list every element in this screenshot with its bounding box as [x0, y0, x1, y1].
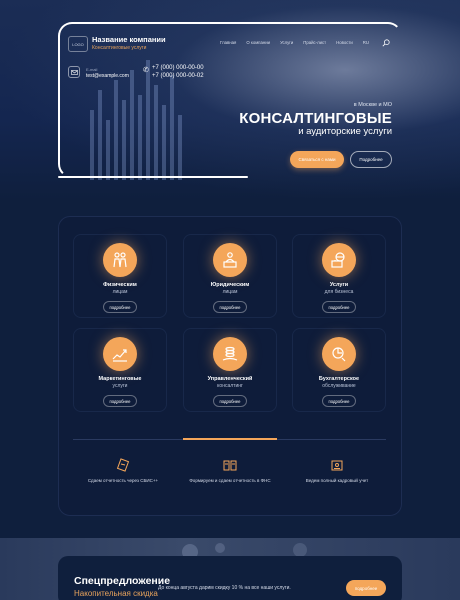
nav-item-home[interactable]: Главная: [220, 40, 236, 45]
mail-icon: [68, 66, 80, 78]
service-subtitle: консалтинг: [217, 383, 243, 389]
phone-icon: ✆: [143, 67, 149, 74]
service-card[interactable]: Управленческий консалтинг подробнее: [183, 328, 277, 412]
offer-subtitle: Накопительная скидка: [74, 589, 158, 598]
offer-title: Спецпредложение: [74, 575, 171, 587]
service-subtitle: обслуживание: [322, 383, 356, 389]
service-details-button[interactable]: подробнее: [322, 301, 356, 313]
phone-link-1[interactable]: +7 (000) 000-00-00: [152, 65, 204, 71]
service-card[interactable]: Маркетинговые услуги подробнее: [73, 328, 167, 412]
service-details-button[interactable]: подробнее: [213, 395, 247, 407]
service-details-button[interactable]: подробнее: [213, 301, 247, 313]
service-title: Услуги: [329, 282, 349, 288]
nav-item-services[interactable]: Услуги: [280, 40, 293, 45]
email-link[interactable]: test@example.com: [86, 73, 129, 79]
company-name: Название компании: [92, 35, 166, 44]
report-icon: [116, 458, 130, 472]
feature-item: Сдаем отчетность через СБИС++: [68, 458, 178, 483]
service-card[interactable]: Физическим лицам подробнее: [73, 234, 167, 318]
feature-item: Ведем полный кадровый учет: [282, 458, 392, 483]
offer-details-button[interactable]: подробнее: [346, 580, 386, 596]
service-card[interactable]: Бухгалтерское обслуживание подробнее: [292, 328, 386, 412]
service-subtitle: лицам: [222, 289, 238, 295]
service-card[interactable]: Юридическим лицам подробнее: [183, 234, 277, 318]
feature-text: Формируем и сдаем отчетность в ФНС: [189, 478, 271, 483]
hero-location: в Москве и МО: [353, 102, 392, 108]
service-subtitle: лицам: [112, 289, 128, 295]
main-nav: Главная О компании Услуги Прайс-лист Нов…: [220, 40, 369, 45]
feature-text: Ведем полный кадровый учет: [305, 478, 369, 483]
accounting-icon: [322, 337, 356, 371]
service-title: Маркетинговые: [98, 376, 142, 382]
nav-item-language[interactable]: RU: [363, 40, 369, 45]
hr-icon: [331, 460, 343, 471]
growth-chart-icon: [103, 337, 137, 371]
service-title: Управленческий: [207, 376, 253, 382]
service-subtitle: услуги: [112, 383, 128, 389]
service-details-button[interactable]: подробнее: [103, 395, 137, 407]
documents-icon: [223, 460, 237, 471]
people-icon: [103, 243, 137, 277]
briefcase-globe-icon: [322, 243, 356, 277]
service-title: Физическим: [103, 282, 137, 288]
service-details-button[interactable]: подробнее: [103, 301, 137, 313]
feature-text: Сдаем отчетность через СБИС++: [87, 478, 159, 483]
search-icon[interactable]: [382, 39, 390, 47]
hero-frame-bottom: [58, 176, 248, 178]
phone-link-2[interactable]: +7 (000) 000-00-02: [152, 73, 204, 79]
feature-item: Формируем и сдаем отчетность в ФНС: [175, 458, 285, 483]
more-button[interactable]: Подробнее: [350, 151, 392, 168]
person-desk-icon: [213, 243, 247, 277]
coins-hand-icon: [213, 337, 247, 371]
nav-item-prices[interactable]: Прайс-лист: [303, 40, 326, 45]
service-details-button[interactable]: подробнее: [322, 395, 356, 407]
offer-text: До конца августа дарим скидку 10 % на вс…: [158, 585, 291, 591]
hero-title: КОНСАЛТИНГОВЫЕ: [239, 110, 392, 127]
email-label: E-mail: [86, 67, 98, 72]
service-card[interactable]: Услуги для бизнеса подробнее: [292, 234, 386, 318]
logo[interactable]: LOGO: [68, 36, 88, 52]
contact-button[interactable]: Связаться с нами: [290, 151, 344, 168]
divider-accent: [183, 438, 277, 440]
hero-subtitle: и аудиторские услуги: [298, 126, 392, 137]
nav-item-news[interactable]: Новости: [336, 40, 353, 45]
service-subtitle: для бизнеса: [324, 289, 354, 295]
nav-item-about[interactable]: О компании: [246, 40, 270, 45]
service-title: Юридическим: [210, 282, 250, 288]
service-title: Бухгалтерское: [318, 376, 360, 382]
company-subtitle: Консалтинговые услуги: [92, 45, 147, 51]
